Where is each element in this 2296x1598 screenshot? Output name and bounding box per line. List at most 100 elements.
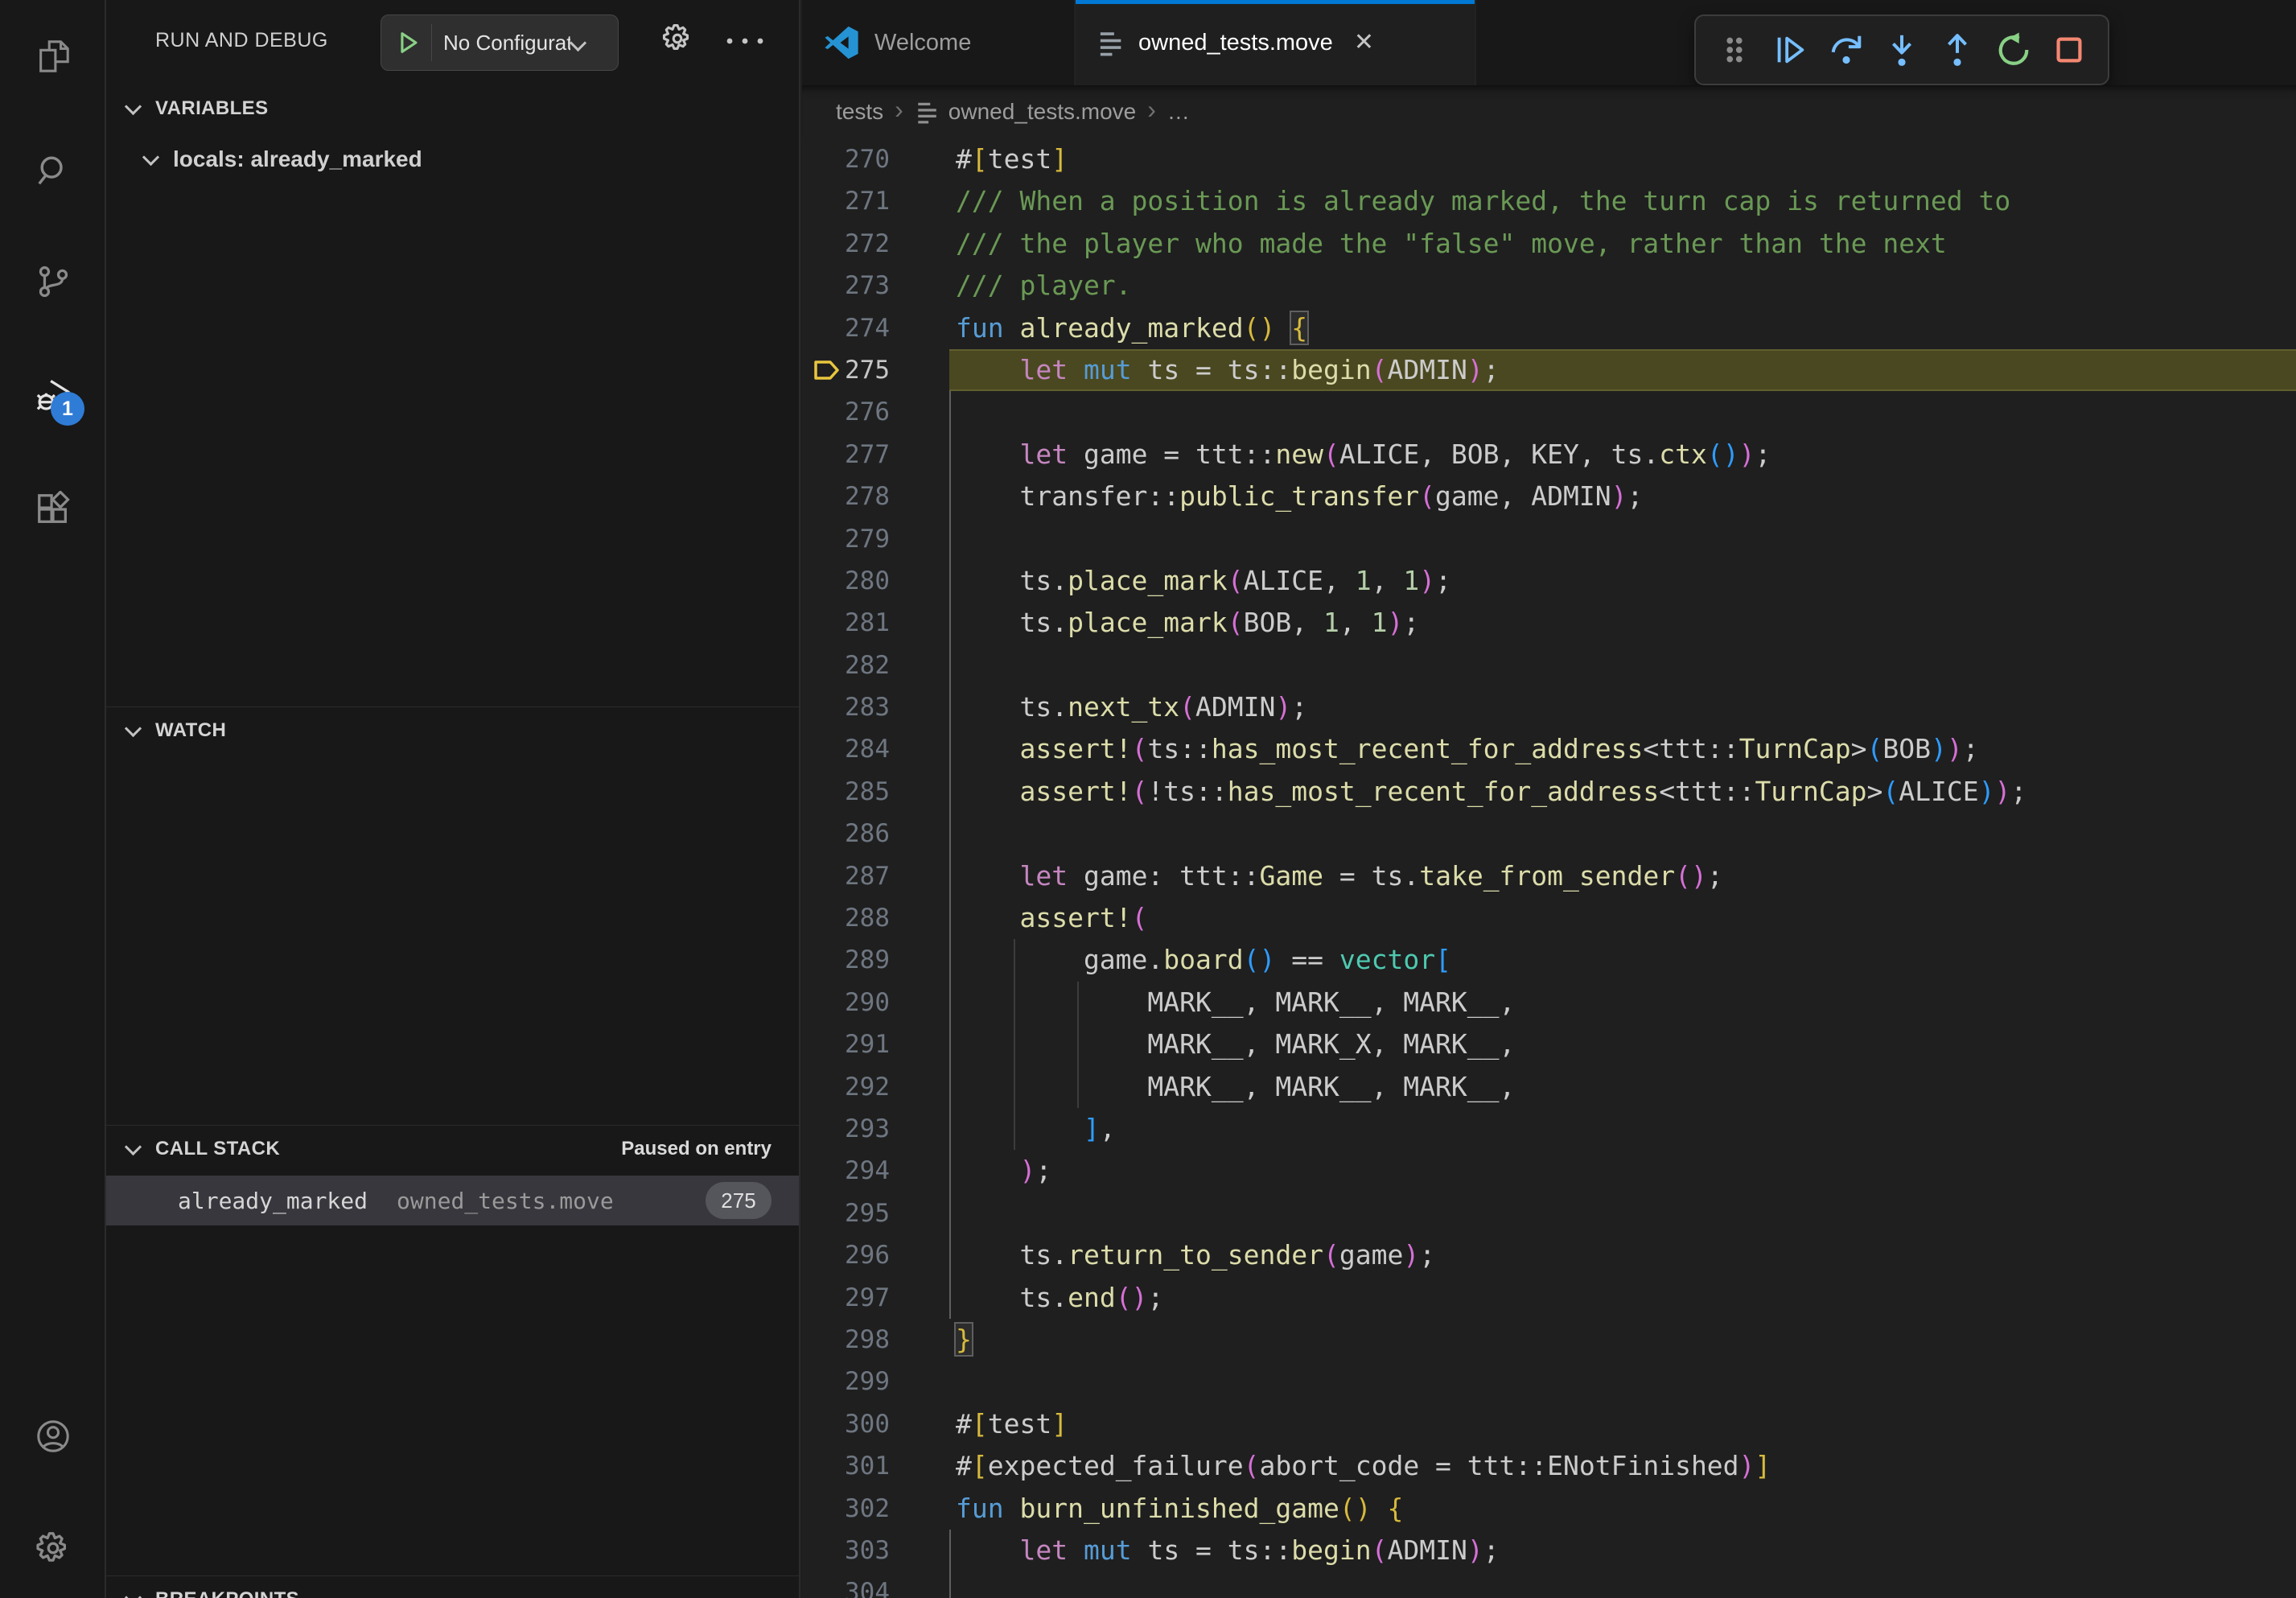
chevron-down-icon bbox=[125, 719, 142, 736]
code-line-277[interactable]: 277 let game = ttt::new(ALICE, BOB, KEY,… bbox=[802, 434, 2296, 476]
breadcrumb-item-file[interactable]: owned_tests.move bbox=[948, 99, 1136, 125]
code-text: fun burn_unfinished_game() { bbox=[956, 1488, 1403, 1530]
code-line-272[interactable]: 272/// the player who made the "false" m… bbox=[802, 223, 2296, 265]
code-line-283[interactable]: 283 ts.next_tx(ADMIN); bbox=[802, 686, 2296, 728]
drag-grip-icon[interactable] bbox=[1714, 29, 1755, 71]
code-text: let game = ttt::new(ALICE, BOB, KEY, ts.… bbox=[956, 434, 1771, 476]
line-number: 271 bbox=[802, 180, 890, 222]
code-line-275[interactable]: 275 let mut ts = ts::begin(ADMIN); bbox=[802, 349, 2296, 391]
code-line-304[interactable]: 304 bbox=[802, 1571, 2296, 1598]
code-line-280[interactable]: 280 ts.place_mark(ALICE, 1, 1); bbox=[802, 560, 2296, 602]
dropdown-separator bbox=[431, 24, 432, 61]
chevron-down-icon bbox=[570, 34, 586, 51]
code-line-288[interactable]: 288 assert!( bbox=[802, 897, 2296, 939]
chevron-down-icon bbox=[125, 1588, 142, 1598]
code-line-296[interactable]: 296 ts.return_to_sender(game); bbox=[802, 1234, 2296, 1276]
line-number: 296 bbox=[802, 1234, 890, 1276]
code-line-282[interactable]: 282 bbox=[802, 645, 2296, 686]
section-watch[interactable]: WATCH bbox=[106, 707, 799, 754]
indent-guide bbox=[949, 1108, 951, 1150]
start-debug-play-icon[interactable] bbox=[394, 29, 422, 56]
sidebar-title: RUN AND DEBUG bbox=[155, 29, 328, 52]
activity-bar: 1 bbox=[0, 0, 106, 1598]
tab-label: owned_tests.move bbox=[1138, 30, 1333, 56]
code-line-292[interactable]: 292 MARK__, MARK__, MARK__, bbox=[802, 1066, 2296, 1108]
code-line-299[interactable]: 299 bbox=[802, 1361, 2296, 1402]
continue-icon[interactable] bbox=[1769, 29, 1811, 71]
gear-icon[interactable] bbox=[660, 21, 695, 60]
code-text: #[test] bbox=[956, 1403, 1068, 1445]
code-line-294[interactable]: 294 ); bbox=[802, 1150, 2296, 1192]
indent-guide bbox=[949, 1234, 951, 1276]
tab-owned-tests-move[interactable]: owned_tests.move ✕ bbox=[1076, 0, 1476, 85]
line-number: 280 bbox=[802, 560, 890, 602]
code-line-293[interactable]: 293 ], bbox=[802, 1108, 2296, 1150]
code-line-297[interactable]: 297 ts.end(); bbox=[802, 1277, 2296, 1319]
code-line-273[interactable]: 273/// player. bbox=[802, 265, 2296, 307]
code-line-286[interactable]: 286 bbox=[802, 813, 2296, 855]
indent-guide bbox=[949, 686, 951, 728]
code-line-295[interactable]: 295 bbox=[802, 1192, 2296, 1234]
paused-status: Paused on entry bbox=[621, 1138, 772, 1160]
code-line-291[interactable]: 291 MARK__, MARK_X, MARK__, bbox=[802, 1023, 2296, 1065]
section-variables[interactable]: VARIABLES bbox=[106, 85, 799, 132]
section-breakpoints[interactable]: BREAKPOINTS bbox=[106, 1576, 799, 1598]
stop-icon[interactable] bbox=[2048, 29, 2090, 71]
code-line-279[interactable]: 279 bbox=[802, 518, 2296, 560]
line-number: 272 bbox=[802, 223, 890, 265]
code-line-270[interactable]: 270#[test] bbox=[802, 138, 2296, 180]
code-line-303[interactable]: 303 let mut ts = ts::begin(ADMIN); bbox=[802, 1530, 2296, 1571]
code-line-274[interactable]: 274fun already_marked() { bbox=[802, 307, 2296, 349]
variables-locals-row[interactable]: locals: already_marked bbox=[106, 137, 799, 182]
section-call-stack[interactable]: CALL STACK Paused on entry bbox=[106, 1126, 799, 1172]
code-line-271[interactable]: 271/// When a position is already marked… bbox=[802, 180, 2296, 222]
code-line-302[interactable]: 302fun burn_unfinished_game() { bbox=[802, 1488, 2296, 1530]
call-stack-frame-row[interactable]: already_marked owned_tests.move 275 bbox=[106, 1176, 799, 1225]
line-number: 304 bbox=[802, 1571, 890, 1598]
chevron-down-icon bbox=[125, 1138, 142, 1155]
code-line-285[interactable]: 285 assert!(!ts::has_most_recent_for_add… bbox=[802, 771, 2296, 813]
restart-icon[interactable] bbox=[1993, 29, 2035, 71]
code-line-289[interactable]: 289 game.board() == vector[ bbox=[802, 939, 2296, 981]
search-icon[interactable] bbox=[35, 152, 72, 189]
tab-welcome[interactable]: Welcome bbox=[802, 0, 1076, 85]
code-text: } bbox=[956, 1319, 972, 1361]
indent-guide bbox=[949, 1277, 951, 1319]
step-out-icon[interactable] bbox=[1936, 29, 1978, 71]
code-line-281[interactable]: 281 ts.place_mark(BOB, 1, 1); bbox=[802, 602, 2296, 644]
code-line-284[interactable]: 284 assert!(ts::has_most_recent_for_addr… bbox=[802, 728, 2296, 770]
line-number: 297 bbox=[802, 1277, 890, 1319]
code-text: ts.next_tx(ADMIN); bbox=[956, 686, 1307, 728]
code-line-298[interactable]: 298} bbox=[802, 1319, 2296, 1361]
code-text: MARK__, MARK__, MARK__, bbox=[956, 1066, 1515, 1108]
code-line-276[interactable]: 276 bbox=[802, 391, 2296, 433]
indent-guide bbox=[949, 813, 951, 855]
code-line-301[interactable]: 301#[expected_failure(abort_code = ttt::… bbox=[802, 1445, 2296, 1487]
step-into-icon[interactable] bbox=[1881, 29, 1923, 71]
extensions-icon[interactable] bbox=[35, 491, 72, 528]
line-number: 293 bbox=[802, 1108, 890, 1150]
indent-guide bbox=[949, 602, 951, 644]
line-number: 299 bbox=[802, 1361, 890, 1402]
step-over-icon[interactable] bbox=[1825, 29, 1867, 71]
code-line-287[interactable]: 287 let game: ttt::Game = ts.take_from_s… bbox=[802, 855, 2296, 897]
tab-label: Welcome bbox=[874, 30, 971, 56]
account-icon[interactable] bbox=[35, 1418, 72, 1455]
code-area[interactable]: 270#[test]271/// When a position is alre… bbox=[802, 138, 2296, 1598]
breadcrumb-item-tests[interactable]: tests bbox=[836, 99, 883, 125]
close-icon[interactable]: ✕ bbox=[1354, 31, 1374, 55]
frame-line-badge: 275 bbox=[706, 1182, 772, 1219]
line-number: 292 bbox=[802, 1066, 890, 1108]
indent-guide bbox=[949, 1571, 951, 1598]
ellipsis-icon[interactable] bbox=[724, 35, 766, 51]
code-text: fun already_marked() { bbox=[956, 307, 1307, 349]
source-control-icon[interactable] bbox=[35, 263, 72, 300]
code-line-300[interactable]: 300#[test] bbox=[802, 1403, 2296, 1445]
explorer-icon[interactable] bbox=[35, 38, 72, 75]
indent-guide bbox=[949, 645, 951, 686]
code-line-278[interactable]: 278 transfer::public_transfer(game, ADMI… bbox=[802, 476, 2296, 517]
code-line-290[interactable]: 290 MARK__, MARK__, MARK__, bbox=[802, 982, 2296, 1023]
debug-config-dropdown[interactable]: No Configurations bbox=[381, 14, 619, 71]
breadcrumb-item-symbol[interactable]: … bbox=[1167, 99, 1190, 125]
settings-gear-icon[interactable] bbox=[35, 1530, 72, 1567]
